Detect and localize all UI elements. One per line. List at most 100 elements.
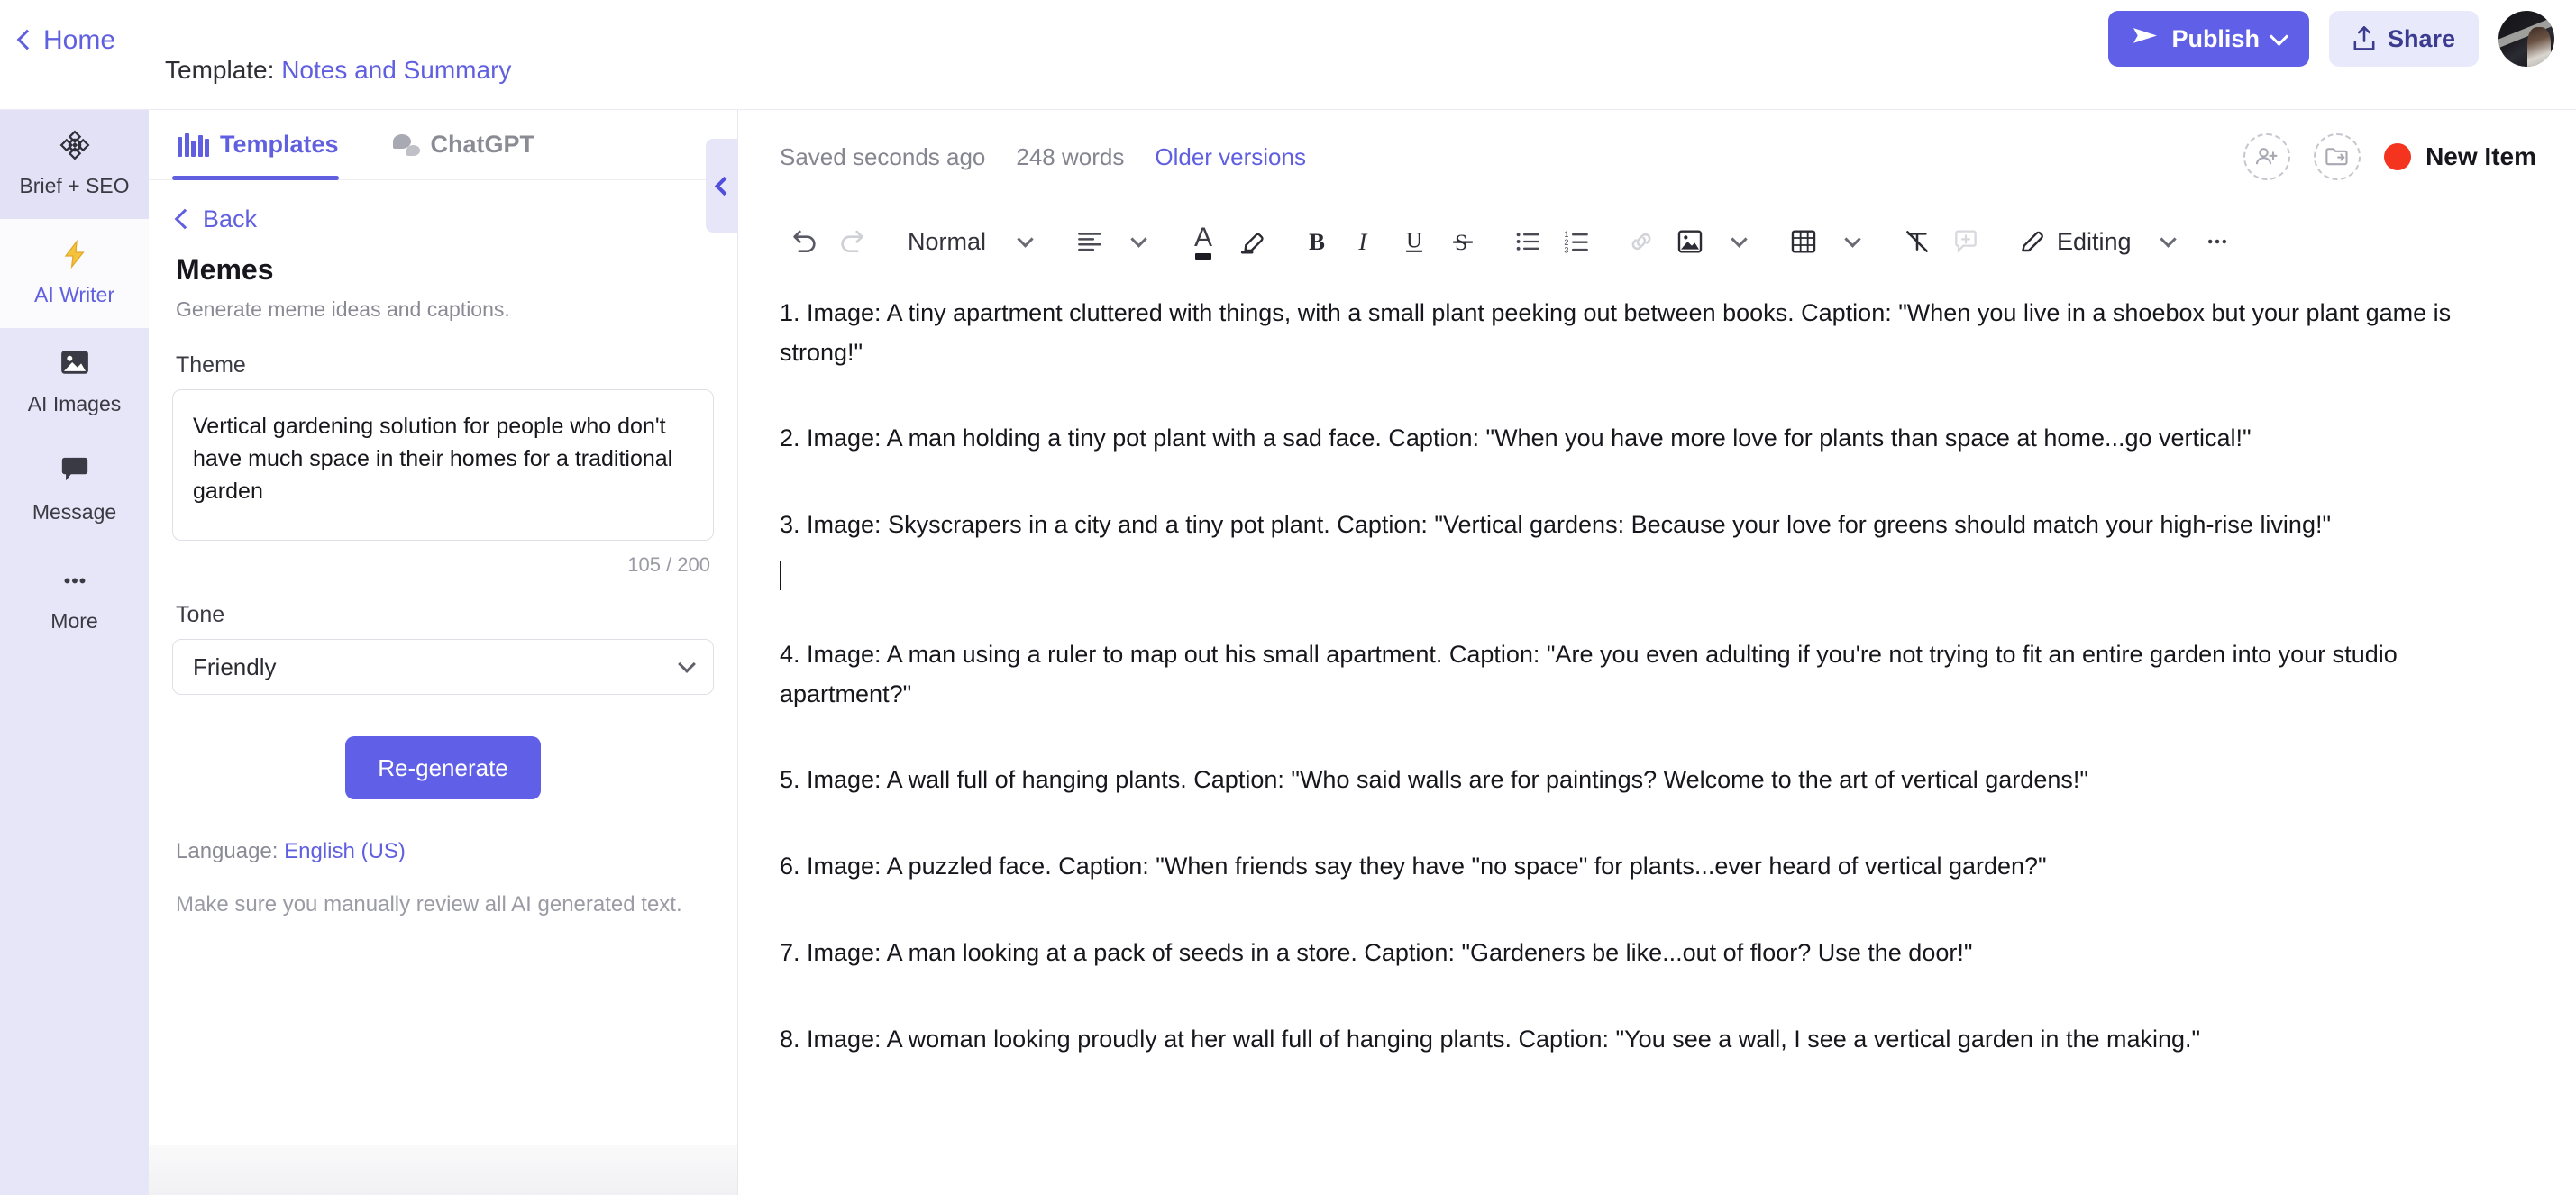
insert-image-button[interactable] <box>1666 217 1714 266</box>
paragraph-style-chevron[interactable] <box>1000 217 1049 266</box>
back-label: Back <box>203 205 258 233</box>
comment-button[interactable] <box>1941 217 1990 266</box>
template-name-link[interactable]: Notes and Summary <box>281 56 511 84</box>
clear-formatting-button[interactable] <box>1893 217 1941 266</box>
italic-button[interactable]: I <box>1341 217 1390 266</box>
chevron-down-icon <box>678 655 696 673</box>
svg-text:I: I <box>1357 229 1367 254</box>
share-button[interactable]: Share <box>2328 11 2479 67</box>
document-paragraph[interactable]: 1. Image: A tiny apartment cluttered wit… <box>780 294 2529 372</box>
tab-label: Templates <box>220 131 339 158</box>
back-link[interactable]: Back <box>174 205 714 233</box>
align-chevron[interactable] <box>1114 217 1163 266</box>
status-badge <box>2384 143 2412 170</box>
image-chevron[interactable] <box>1714 217 1763 266</box>
sidebar-item-label: More <box>50 609 98 633</box>
document-paragraph[interactable]: 6. Image: A puzzled face. Caption: "When… <box>780 847 2529 887</box>
insert-table-button[interactable] <box>1779 217 1828 266</box>
redo-button[interactable] <box>828 217 877 266</box>
underline-button[interactable]: U <box>1390 217 1439 266</box>
panel-bottom-bar <box>149 1145 737 1195</box>
document-paragraph[interactable]: 2. Image: A man holding a tiny pot plant… <box>780 419 2529 459</box>
target-icon <box>5 130 143 166</box>
link-icon <box>1631 233 1651 251</box>
avatar[interactable] <box>2498 11 2554 67</box>
new-item-button[interactable]: New Item <box>2384 142 2536 171</box>
image-icon <box>5 348 143 384</box>
collapse-panel-button[interactable] <box>706 139 738 233</box>
highlighter-icon <box>1240 233 1264 254</box>
document-paragraph[interactable]: 5. Image: A wall full of hanging plants.… <box>780 761 2529 800</box>
document-caret-line[interactable] <box>780 558 2529 590</box>
undo-button[interactable] <box>780 217 828 266</box>
page-subtitle: Generate meme ideas and captions. <box>176 297 510 321</box>
more-options-button[interactable] <box>2193 217 2242 266</box>
paragraph-text: 3. Image: Skyscrapers in a city and a ti… <box>780 511 2332 539</box>
top-bar-actions: Publish Share <box>2108 11 2554 67</box>
sidebar-item-label: AI Images <box>27 391 122 415</box>
tone-select[interactable]: Friendly <box>172 639 714 695</box>
document-paragraph[interactable]: 8. Image: A woman looking proudly at her… <box>780 1020 2529 1060</box>
publish-button[interactable]: Publish <box>2108 11 2309 67</box>
editing-mode-button[interactable]: Editing <box>2006 228 2144 256</box>
sidebar-item-more[interactable]: More <box>0 545 149 654</box>
panel-content: Back Memes Generate meme ideas and capti… <box>149 180 737 1195</box>
books-icon <box>178 132 209 157</box>
tab-templates[interactable]: Templates <box>172 110 361 180</box>
older-versions-link[interactable]: Older versions <box>1155 143 1306 171</box>
bold-button[interactable]: B <box>1293 217 1341 266</box>
highlight-button[interactable] <box>1228 217 1276 266</box>
sidebar-item-ai-images[interactable]: AI Images <box>0 328 149 437</box>
align-button[interactable] <box>1065 217 1114 266</box>
sidebar-item-message[interactable]: Message <box>0 436 149 545</box>
svg-text:3: 3 <box>1564 245 1568 253</box>
language-link[interactable]: English (US) <box>284 839 406 863</box>
more-icon <box>2207 239 2226 244</box>
pencil-icon <box>2022 231 2043 252</box>
paragraph-text: 2. Image: A man holding a tiny pot plant… <box>780 424 2252 452</box>
redo-icon <box>841 230 863 252</box>
numbered-list-button[interactable]: 1 2 3 <box>1552 217 1601 266</box>
editor-header-actions: New Item <box>2243 133 2536 180</box>
bullet-list-button[interactable] <box>1503 217 1552 266</box>
editing-mode-label: Editing <box>2057 227 2132 255</box>
chevron-down-icon <box>1730 231 1748 248</box>
paragraph-style-select[interactable]: Normal <box>893 217 1000 266</box>
tab-chatgpt[interactable]: ChatGPT <box>388 110 557 179</box>
template-panel: Templates ChatGPT Back Memes Generate me… <box>149 110 738 1195</box>
editing-mode-chevron[interactable] <box>2144 217 2193 266</box>
editor-toolbar: Normal A B I U S 1 2 3 Editing <box>738 204 2576 279</box>
strikethrough-button[interactable]: S <box>1439 217 1487 266</box>
svg-text:B: B <box>1309 229 1325 254</box>
regenerate-button[interactable]: Re-generate <box>345 736 541 799</box>
add-person-button[interactable] <box>2243 133 2291 180</box>
add-folder-button[interactable] <box>2314 133 2361 180</box>
home-back-link[interactable]: Home <box>16 25 115 56</box>
ellipsis-icon <box>5 565 143 601</box>
chevron-left-icon <box>174 208 196 229</box>
paragraph-text: 5. Image: A wall full of hanging plants.… <box>780 766 2088 794</box>
chevron-down-icon <box>2269 26 2289 46</box>
add-folder-icon <box>2325 148 2348 166</box>
save-status: Saved seconds ago <box>780 142 986 170</box>
top-bar: Home Template: Notes and Summary Publish… <box>0 0 2576 110</box>
text-color-button[interactable]: A <box>1179 217 1228 266</box>
chevron-left-icon <box>714 176 735 196</box>
document-editor: Saved seconds ago 248 words Older versio… <box>738 110 2576 1195</box>
paragraph-text: 4. Image: A man using a ruler to map out… <box>780 640 2398 707</box>
theme-label: Theme <box>176 352 246 378</box>
bullet-list-icon <box>1516 233 1539 251</box>
sidebar-item-ai-writer[interactable]: AI Writer <box>0 218 149 328</box>
link-button[interactable] <box>1617 217 1666 266</box>
document-paragraph[interactable]: 3. Image: Skyscrapers in a city and a ti… <box>780 506 2529 545</box>
table-chevron[interactable] <box>1828 217 1877 266</box>
document-paragraph[interactable]: 4. Image: A man using a ruler to map out… <box>780 635 2529 714</box>
theme-input[interactable] <box>172 389 714 541</box>
tone-value: Friendly <box>193 652 277 680</box>
document-paragraph[interactable]: 7. Image: A man looking at a pack of see… <box>780 934 2529 973</box>
new-item-label: New Item <box>2425 142 2536 170</box>
sidebar-item-brief-seo[interactable]: Brief + SEO <box>0 110 149 219</box>
document-body[interactable]: 1. Image: A tiny apartment cluttered wit… <box>738 279 2576 1195</box>
chat-icon <box>392 133 420 156</box>
clear-formatting-icon <box>1906 231 1928 252</box>
